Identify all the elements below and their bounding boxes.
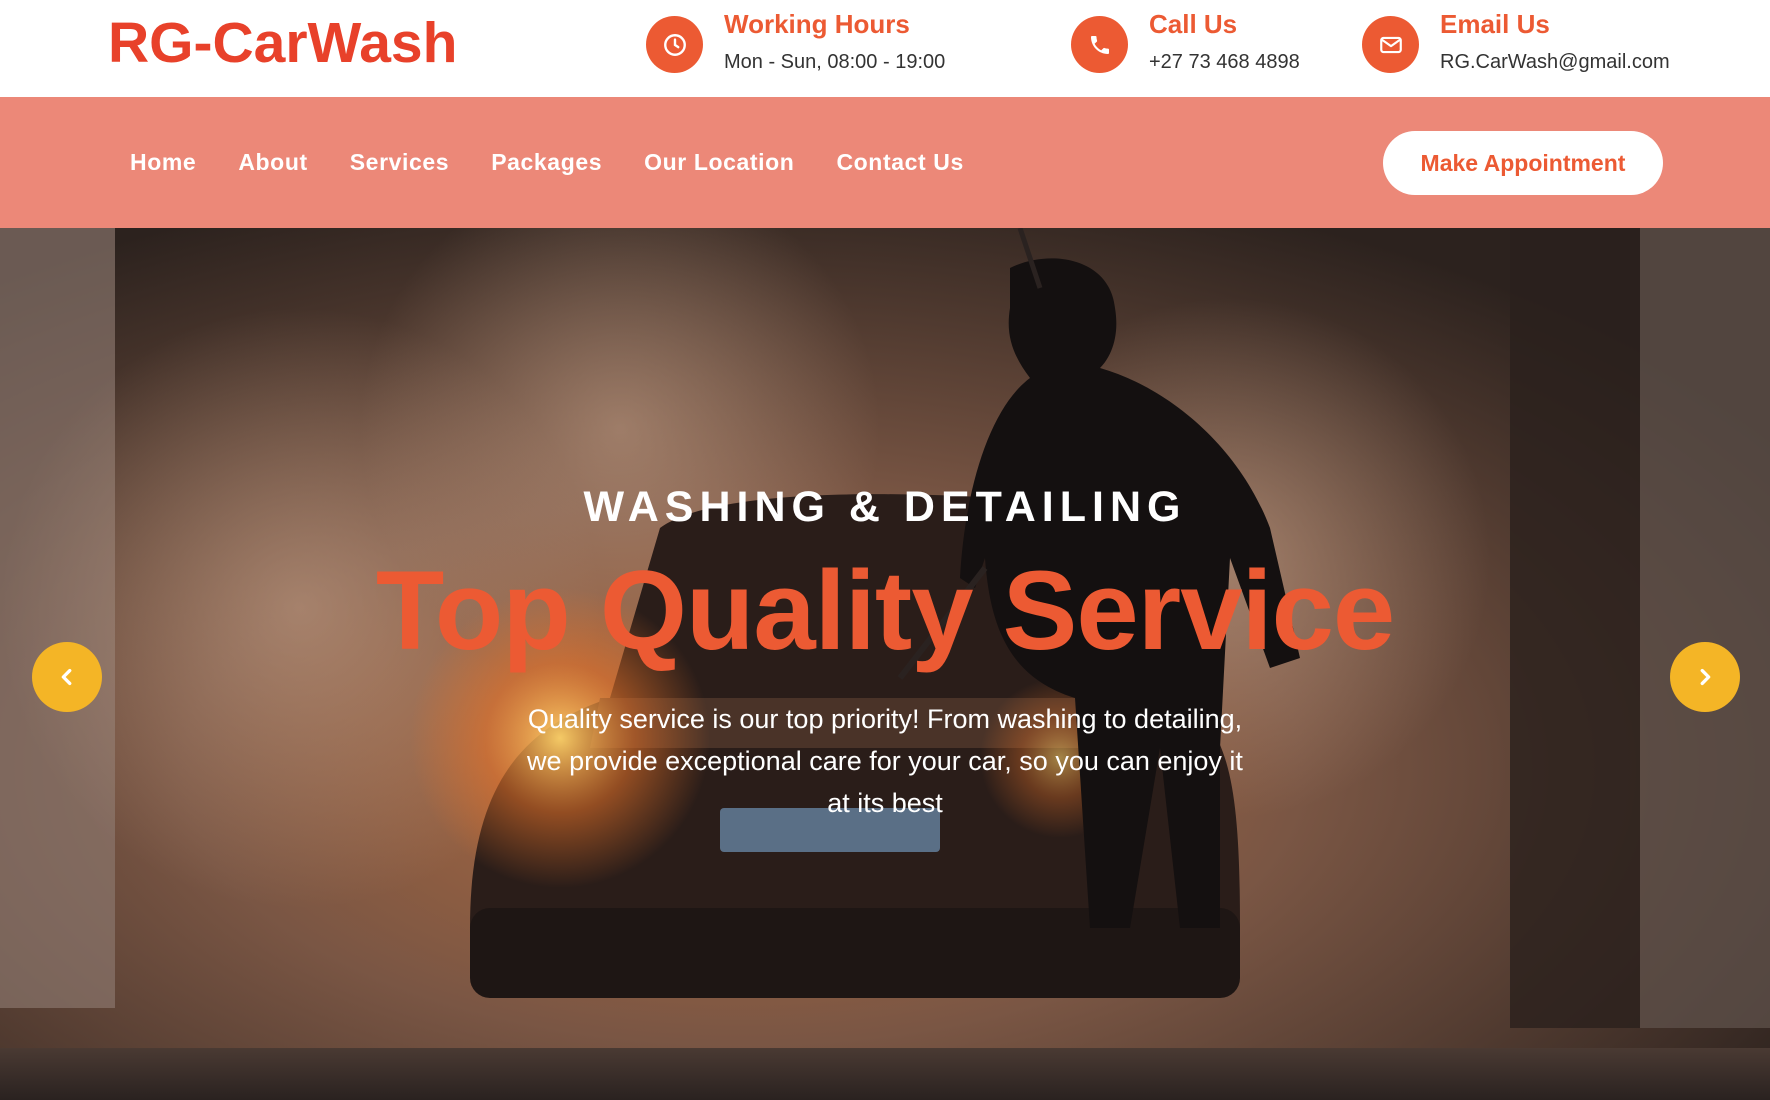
main-navbar: Home About Services Packages Our Locatio… bbox=[0, 97, 1770, 228]
working-hours-title: Working Hours bbox=[724, 9, 910, 39]
phone-icon[interactable] bbox=[1071, 16, 1128, 73]
hero-carousel: WASHING & DETAILING Top Quality Service … bbox=[0, 228, 1770, 1100]
nav-item-contact-us[interactable]: Contact Us bbox=[836, 149, 963, 176]
working-hours-value: Mon - Sun, 08:00 - 19:00 bbox=[724, 51, 946, 73]
chevron-right-icon bbox=[1700, 668, 1711, 686]
brand-logo[interactable]: RG-CarWash bbox=[108, 10, 457, 76]
email-address[interactable]: RG.CarWash@gmail.com bbox=[1440, 51, 1670, 74]
chevron-left-icon bbox=[61, 668, 72, 686]
clock-icon bbox=[646, 16, 703, 73]
envelope-icon[interactable] bbox=[1362, 16, 1419, 73]
hero-headline: Top Quality Service bbox=[375, 548, 1395, 673]
carousel-prev-button[interactable] bbox=[32, 642, 102, 712]
top-header: RG-CarWash Working Hours Mon - Sun, 08:0… bbox=[0, 0, 1770, 97]
nav-item-services[interactable]: Services bbox=[350, 149, 449, 176]
call-us-title: Call Us bbox=[1149, 9, 1238, 39]
make-appointment-button[interactable]: Make Appointment bbox=[1383, 131, 1663, 195]
nav-item-packages[interactable]: Packages bbox=[491, 149, 602, 176]
nav-item-about[interactable]: About bbox=[238, 149, 307, 176]
nav-item-home[interactable]: Home bbox=[130, 149, 196, 176]
email-us-title: Email Us bbox=[1440, 9, 1550, 39]
hero-kicker: WASHING & DETAILING bbox=[583, 483, 1187, 531]
nav-item-our-location[interactable]: Our Location bbox=[644, 149, 794, 176]
nav-links: Home About Services Packages Our Locatio… bbox=[108, 97, 984, 228]
hero-description: Quality service is our top priority! Fro… bbox=[527, 704, 1243, 818]
phone-number[interactable]: +27 73 468 4898 bbox=[1149, 51, 1300, 74]
carousel-next-button[interactable] bbox=[1670, 642, 1740, 712]
